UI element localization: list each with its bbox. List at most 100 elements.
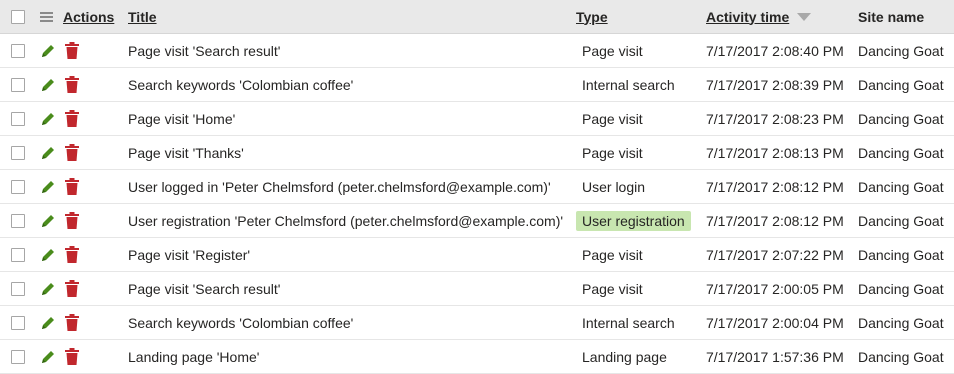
row-type-text: Landing page — [582, 348, 667, 365]
row-activity-time: 7/17/2017 2:08:12 PM — [706, 204, 854, 237]
title-header-label[interactable]: Title — [128, 9, 157, 25]
row-title-text: Page visit 'Register' — [128, 246, 251, 263]
row-type-text: Page visit — [582, 246, 643, 263]
row-checkbox[interactable] — [11, 281, 25, 296]
trash-icon[interactable] — [64, 280, 80, 298]
select-all-checkbox[interactable] — [11, 9, 25, 24]
table-row[interactable]: Page visit 'Register' Page visit 7/17/2017… — [0, 238, 954, 272]
row-site-name-text: Dancing Goat — [858, 76, 944, 93]
row-select-cell — [11, 238, 27, 271]
table-row[interactable]: Page visit 'Search result' Page visit 7/17… — [0, 272, 954, 306]
row-site-name-text: Dancing Goat — [858, 246, 944, 263]
row-checkbox[interactable] — [11, 213, 25, 228]
type-header-label[interactable]: Type — [576, 9, 608, 25]
row-activity-time-text: 7/17/2017 1:57:36 PM — [706, 348, 844, 365]
table-row[interactable]: Landing page 'Home' Landing page 7/17/2017… — [0, 340, 954, 374]
row-title-text: User registration 'Peter Chelmsford (pet… — [128, 212, 564, 229]
pencil-icon[interactable] — [40, 42, 56, 60]
activity-time-header: Activity time — [706, 0, 854, 33]
pencil-icon[interactable] — [40, 144, 56, 162]
row-title: Search keywords 'Colombian coffee' — [128, 68, 568, 101]
row-actions — [40, 170, 120, 203]
row-activity-time-text: 7/17/2017 2:08:23 PM — [706, 110, 844, 127]
row-type-text: Internal search — [582, 314, 675, 331]
row-title-text: Page visit 'Home' — [128, 110, 236, 127]
row-actions — [40, 238, 120, 271]
pencil-icon[interactable] — [40, 314, 56, 332]
row-site-name: Dancing Goat — [858, 272, 954, 305]
table-row[interactable]: User registration 'Peter Chelmsford (pet… — [0, 204, 954, 238]
row-select-cell — [11, 136, 27, 169]
row-title: Page visit 'Thanks' — [128, 136, 568, 169]
pencil-icon[interactable] — [40, 280, 56, 298]
trash-icon[interactable] — [64, 42, 80, 60]
row-activity-time: 7/17/2017 2:00:05 PM — [706, 272, 854, 305]
trash-icon[interactable] — [64, 246, 80, 264]
row-type-text: Page visit — [582, 144, 643, 161]
row-site-name: Dancing Goat — [858, 306, 954, 339]
trash-icon[interactable] — [64, 144, 80, 162]
row-title-text: User logged in 'Peter Chelmsford (peter.… — [128, 178, 551, 195]
table-row[interactable]: Page visit 'Thanks' Page visit 7/17/2017 2… — [0, 136, 954, 170]
row-type: Page visit — [576, 102, 701, 135]
row-checkbox[interactable] — [11, 315, 25, 330]
pencil-icon[interactable] — [40, 76, 56, 94]
row-select-cell — [11, 34, 27, 67]
pencil-icon[interactable] — [40, 348, 56, 366]
activity-grid: Actions Title Type Activity time Site na… — [0, 0, 954, 374]
pencil-icon[interactable] — [40, 178, 56, 196]
row-checkbox[interactable] — [11, 145, 25, 160]
row-type: Internal search — [576, 306, 701, 339]
row-title: User logged in 'Peter Chelmsford (peter.… — [128, 170, 568, 203]
row-checkbox[interactable] — [11, 43, 25, 58]
row-type-text: User login — [582, 178, 646, 195]
pencil-icon[interactable] — [40, 110, 56, 128]
row-title: Search keywords 'Colombian coffee' — [128, 306, 568, 339]
row-actions — [40, 204, 120, 237]
table-row[interactable]: Page visit 'Home' Page visit 7/17/2017 2:0… — [0, 102, 954, 136]
hamburger-icon[interactable] — [40, 11, 53, 22]
sort-descending-icon[interactable] — [797, 12, 812, 21]
trash-icon[interactable] — [64, 76, 80, 94]
row-activity-time-text: 7/17/2017 2:08:12 PM — [706, 178, 844, 195]
row-activity-time: 7/17/2017 2:08:23 PM — [706, 102, 854, 135]
site-name-header: Site name — [858, 0, 954, 33]
trash-icon[interactable] — [64, 348, 80, 366]
type-header: Type — [576, 0, 701, 33]
row-select-cell — [11, 340, 27, 373]
trash-icon[interactable] — [64, 178, 80, 196]
row-site-name: Dancing Goat — [858, 238, 954, 271]
row-checkbox[interactable] — [11, 111, 25, 126]
row-checkbox[interactable] — [11, 349, 25, 364]
row-checkbox[interactable] — [11, 77, 25, 92]
pencil-icon[interactable] — [40, 212, 56, 230]
table-row[interactable]: Search keywords 'Colombian coffee' Intern… — [0, 306, 954, 340]
row-title: Landing page 'Home' — [128, 340, 568, 373]
row-type: Page visit — [576, 272, 701, 305]
pencil-icon[interactable] — [40, 246, 56, 264]
activity-time-header-label[interactable]: Activity time — [706, 9, 789, 25]
row-title-text: Landing page 'Home' — [128, 348, 260, 365]
row-title: Page visit 'Search result' — [128, 34, 568, 67]
row-type: Landing page — [576, 340, 701, 373]
row-actions — [40, 34, 120, 67]
row-checkbox[interactable] — [11, 247, 25, 262]
row-type-text: Internal search — [582, 76, 675, 93]
trash-icon[interactable] — [64, 212, 80, 230]
row-type-text: User registration — [576, 210, 691, 231]
table-row[interactable]: Search keywords 'Colombian coffee' Intern… — [0, 68, 954, 102]
row-type: Page visit — [576, 34, 701, 67]
row-checkbox[interactable] — [11, 179, 25, 194]
row-select-cell — [11, 272, 27, 305]
row-title-text: Page visit 'Search result' — [128, 42, 281, 59]
trash-icon[interactable] — [64, 314, 80, 332]
table-row[interactable]: User logged in 'Peter Chelmsford (peter.… — [0, 170, 954, 204]
row-activity-time: 7/17/2017 2:07:22 PM — [706, 238, 854, 271]
trash-icon[interactable] — [64, 110, 80, 128]
actions-header-label[interactable]: Actions — [63, 9, 114, 25]
row-activity-time-text: 7/17/2017 2:00:05 PM — [706, 280, 844, 297]
table-row[interactable]: Page visit 'Search result' Page visit 7/17… — [0, 34, 954, 68]
row-activity-time: 7/17/2017 2:08:39 PM — [706, 68, 854, 101]
row-activity-time-text: 7/17/2017 2:08:40 PM — [706, 42, 844, 59]
grid-body: Page visit 'Search result' Page visit 7/17… — [0, 34, 954, 374]
